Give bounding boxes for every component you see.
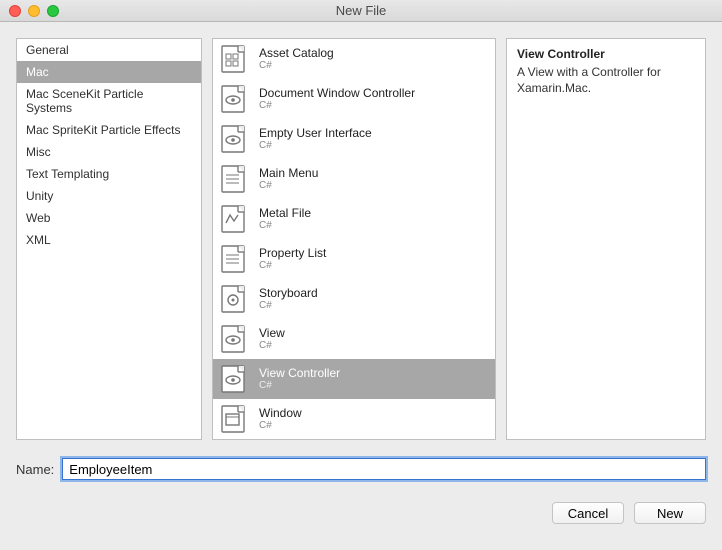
template-name: Empty User Interface (259, 127, 372, 140)
template-item[interactable]: WindowC# (213, 399, 495, 439)
new-button[interactable]: New (634, 502, 706, 524)
template-subtitle: C# (259, 100, 415, 111)
template-file-icon (221, 165, 249, 193)
template-name: Window (259, 407, 302, 420)
template-item[interactable]: ViewC# (213, 319, 495, 359)
template-item[interactable]: View ControllerC# (213, 359, 495, 399)
category-item[interactable]: Mac SceneKit Particle Systems (17, 83, 201, 119)
template-name: View (259, 327, 285, 340)
close-icon[interactable] (9, 5, 21, 17)
template-file-icon (221, 125, 249, 153)
template-subtitle: C# (259, 380, 340, 391)
template-file-icon (221, 85, 249, 113)
category-item[interactable]: Text Templating (17, 163, 201, 185)
template-item[interactable]: StoryboardC# (213, 279, 495, 319)
name-row: Name: (16, 458, 706, 480)
template-name: Asset Catalog (259, 47, 334, 60)
template-subtitle: C# (259, 300, 318, 311)
template-subtitle: C# (259, 340, 285, 351)
window-title: New File (0, 3, 722, 18)
template-name: Document Window Controller (259, 87, 415, 100)
titlebar: New File (0, 0, 722, 22)
template-item[interactable]: Main MenuC# (213, 159, 495, 199)
name-input[interactable] (62, 458, 706, 480)
description-pane: View Controller A View with a Controller… (506, 38, 706, 440)
category-item[interactable]: Unity (17, 185, 201, 207)
window-controls (9, 5, 59, 17)
category-item[interactable]: Misc (17, 141, 201, 163)
template-subtitle: C# (259, 220, 311, 231)
template-file-icon (221, 45, 249, 73)
description-body: A View with a Controller for Xamarin.Mac… (517, 65, 695, 96)
template-item[interactable]: Empty User InterfaceC# (213, 119, 495, 159)
template-file-icon (221, 205, 249, 233)
description-title: View Controller (517, 47, 695, 61)
template-subtitle: C# (259, 180, 318, 191)
template-name: Storyboard (259, 287, 318, 300)
template-subtitle: C# (259, 260, 326, 271)
template-item[interactable]: Asset CatalogC# (213, 39, 495, 79)
category-item[interactable]: Mac SpriteKit Particle Effects (17, 119, 201, 141)
category-item[interactable]: General (17, 39, 201, 61)
minimize-icon[interactable] (28, 5, 40, 17)
template-file-icon (221, 245, 249, 273)
template-subtitle: C# (259, 60, 334, 71)
template-file-icon (221, 365, 249, 393)
category-item[interactable]: Web (17, 207, 201, 229)
template-item[interactable]: Property ListC# (213, 239, 495, 279)
template-file-icon (221, 285, 249, 313)
template-name: Property List (259, 247, 326, 260)
category-item[interactable]: Mac (17, 61, 201, 83)
template-item[interactable]: Document Window ControllerC# (213, 79, 495, 119)
zoom-icon[interactable] (47, 5, 59, 17)
template-file-icon (221, 325, 249, 353)
dialog-body: GeneralMacMac SceneKit Particle SystemsM… (0, 22, 722, 440)
template-name: View Controller (259, 367, 340, 380)
footer: Cancel New (0, 480, 722, 540)
template-subtitle: C# (259, 140, 372, 151)
template-subtitle: C# (259, 420, 302, 431)
cancel-button[interactable]: Cancel (552, 502, 624, 524)
template-file-icon (221, 405, 249, 433)
template-name: Metal File (259, 207, 311, 220)
template-name: Main Menu (259, 167, 318, 180)
category-item[interactable]: XML (17, 229, 201, 251)
template-list[interactable]: Asset CatalogC#Document Window Controlle… (212, 38, 496, 440)
name-label: Name: (16, 462, 54, 477)
template-item[interactable]: Metal FileC# (213, 199, 495, 239)
category-list[interactable]: GeneralMacMac SceneKit Particle SystemsM… (16, 38, 202, 440)
